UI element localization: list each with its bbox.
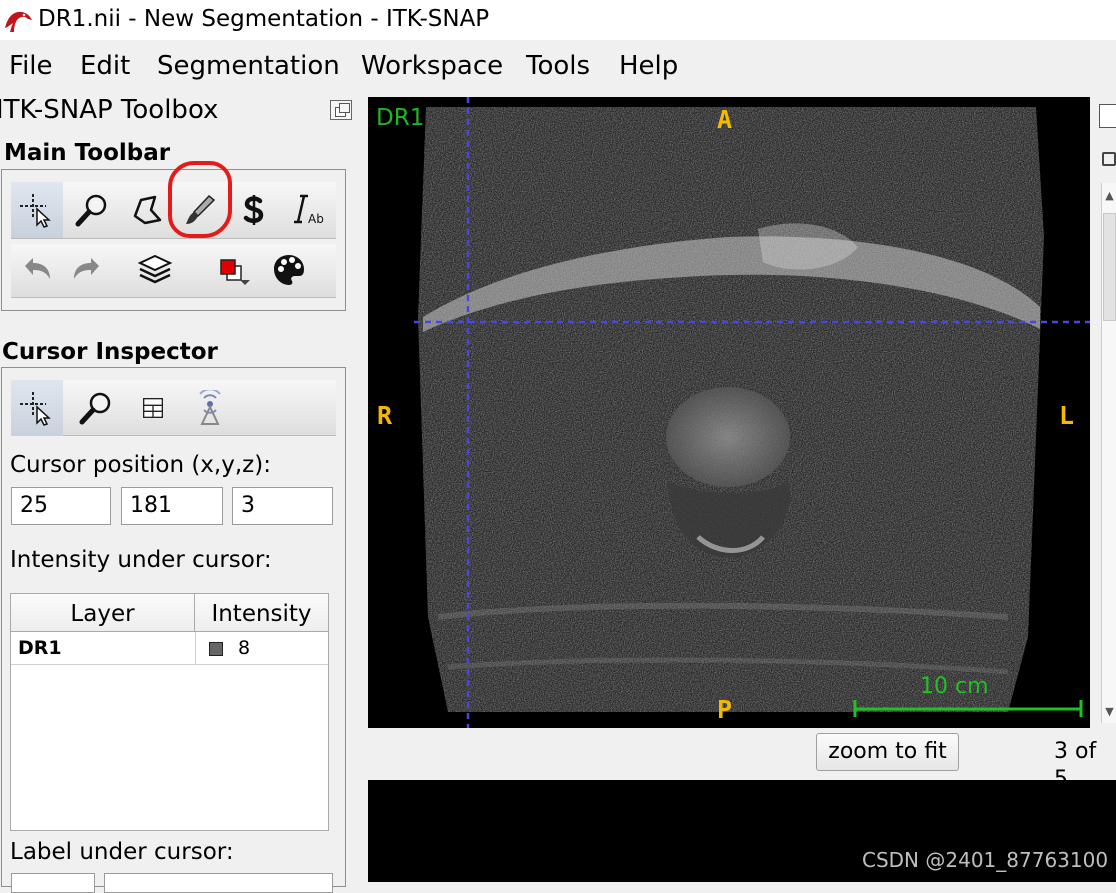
table-header: Layer Intensity [11, 594, 328, 632]
scroll-up-icon[interactable]: ▲ [1103, 189, 1116, 202]
scale-bar-label: 10 cm [920, 674, 989, 699]
zoom-icon [79, 392, 111, 425]
polygon-tool-button[interactable] [121, 182, 173, 238]
row-intensity-value: 8 [238, 637, 251, 659]
watermark-text: CSDN @2401_87763100 [862, 848, 1109, 872]
layers-icon [137, 254, 173, 284]
polygon-icon [133, 195, 162, 225]
menu-bar: File Edit Segmentation Workspace Tools H… [0, 44, 1116, 90]
annotation-text: Ab [308, 212, 324, 226]
menu-segmentation[interactable]: Segmentation [157, 50, 340, 82]
main-toolbar-title: Main Toolbar [4, 140, 171, 166]
inspector-grid-button[interactable] [127, 380, 179, 436]
zoom-to-fit-button[interactable]: zoom to fit [816, 733, 959, 771]
crosshair-icon [20, 392, 51, 426]
orientation-top-label: A [717, 105, 733, 134]
annotation-icon: Ab [294, 194, 324, 226]
palette-button[interactable] [263, 244, 315, 296]
menu-tools[interactable]: Tools [526, 50, 590, 82]
toolbox-title: ITK-SNAP Toolbox [0, 95, 219, 125]
screenshot-icon[interactable] [1102, 152, 1116, 166]
inspector-crosshair-button[interactable] [11, 380, 63, 436]
cursor-x-field[interactable]: 25 [11, 487, 111, 525]
paintbrush-highlight-annotation [168, 161, 232, 238]
window-title: DR1.nii - New Segmentation - ITK-SNAP [38, 6, 490, 32]
intensity-table: Layer Intensity DR1 8 [10, 593, 329, 831]
undock-icon[interactable] [330, 100, 352, 120]
wireless-icon [199, 390, 221, 425]
cursor-z-field[interactable]: 3 [232, 487, 333, 525]
orientation-left-label: R [377, 401, 393, 430]
row-intensity-cell: 8 [195, 632, 328, 665]
intensity-label: Intensity under cursor: [10, 547, 272, 573]
grid-icon [143, 398, 163, 418]
orientation-right-label: L [1059, 401, 1075, 430]
layout-icon[interactable] [1099, 104, 1116, 128]
palette-icon [274, 255, 304, 285]
inspector-zoom-button[interactable] [70, 380, 122, 436]
slice-viewer[interactable]: DR1 A P R L 10 cm [368, 97, 1090, 728]
crosshair-icon [20, 194, 51, 228]
inspector-tool-row [11, 380, 336, 436]
redo-button[interactable] [61, 244, 113, 296]
cursor-y-field[interactable]: 181 [121, 487, 223, 525]
cursor-inspector-title: Cursor Inspector [2, 339, 218, 365]
scroll-down-icon[interactable]: ▼ [1103, 705, 1116, 718]
label-color-button[interactable] [207, 244, 259, 296]
column-header-intensity[interactable]: Intensity [195, 594, 328, 632]
snake-icon [243, 195, 264, 225]
slice-scrollbar[interactable]: ▲ ▼ [1101, 183, 1116, 723]
undo-button[interactable] [11, 244, 63, 296]
inspector-wireless-button[interactable] [184, 380, 236, 436]
menu-workspace[interactable]: Workspace [361, 50, 503, 82]
zoom-tool-button[interactable] [66, 182, 118, 238]
annotation-tool-button[interactable]: Ab [282, 182, 334, 238]
layers-button[interactable] [129, 244, 181, 296]
crosshair-tool-button[interactable] [11, 182, 63, 238]
column-header-layer[interactable]: Layer [11, 594, 195, 632]
cursor-position-label: Cursor position (x,y,z): [10, 452, 271, 478]
intensity-swatch [209, 642, 223, 656]
zoom-icon [75, 194, 107, 227]
label-name-field[interactable] [104, 873, 333, 893]
label-color-icon [220, 259, 250, 285]
menu-help[interactable]: Help [619, 50, 678, 82]
row-layer-name: DR1 [18, 637, 62, 659]
scroll-thumb[interactable] [1103, 213, 1116, 321]
label-id-field[interactable] [11, 873, 95, 893]
itksnap-logo-icon [5, 11, 32, 32]
snake-tool-button[interactable] [228, 182, 280, 238]
action-row [11, 244, 336, 298]
title-bar: DR1.nii - New Segmentation - ITK-SNAP [0, 0, 1116, 40]
redo-icon [74, 258, 99, 279]
table-row[interactable]: DR1 8 [11, 632, 328, 665]
undo-icon [25, 258, 50, 279]
mri-slice-image [414, 97, 1090, 728]
menu-edit[interactable]: Edit [80, 50, 130, 82]
orientation-bottom-label: P [717, 695, 733, 724]
label-under-cursor-label: Label under cursor: [10, 839, 234, 865]
menu-file[interactable]: File [9, 50, 53, 82]
viewer-layer-name: DR1 [376, 105, 425, 131]
